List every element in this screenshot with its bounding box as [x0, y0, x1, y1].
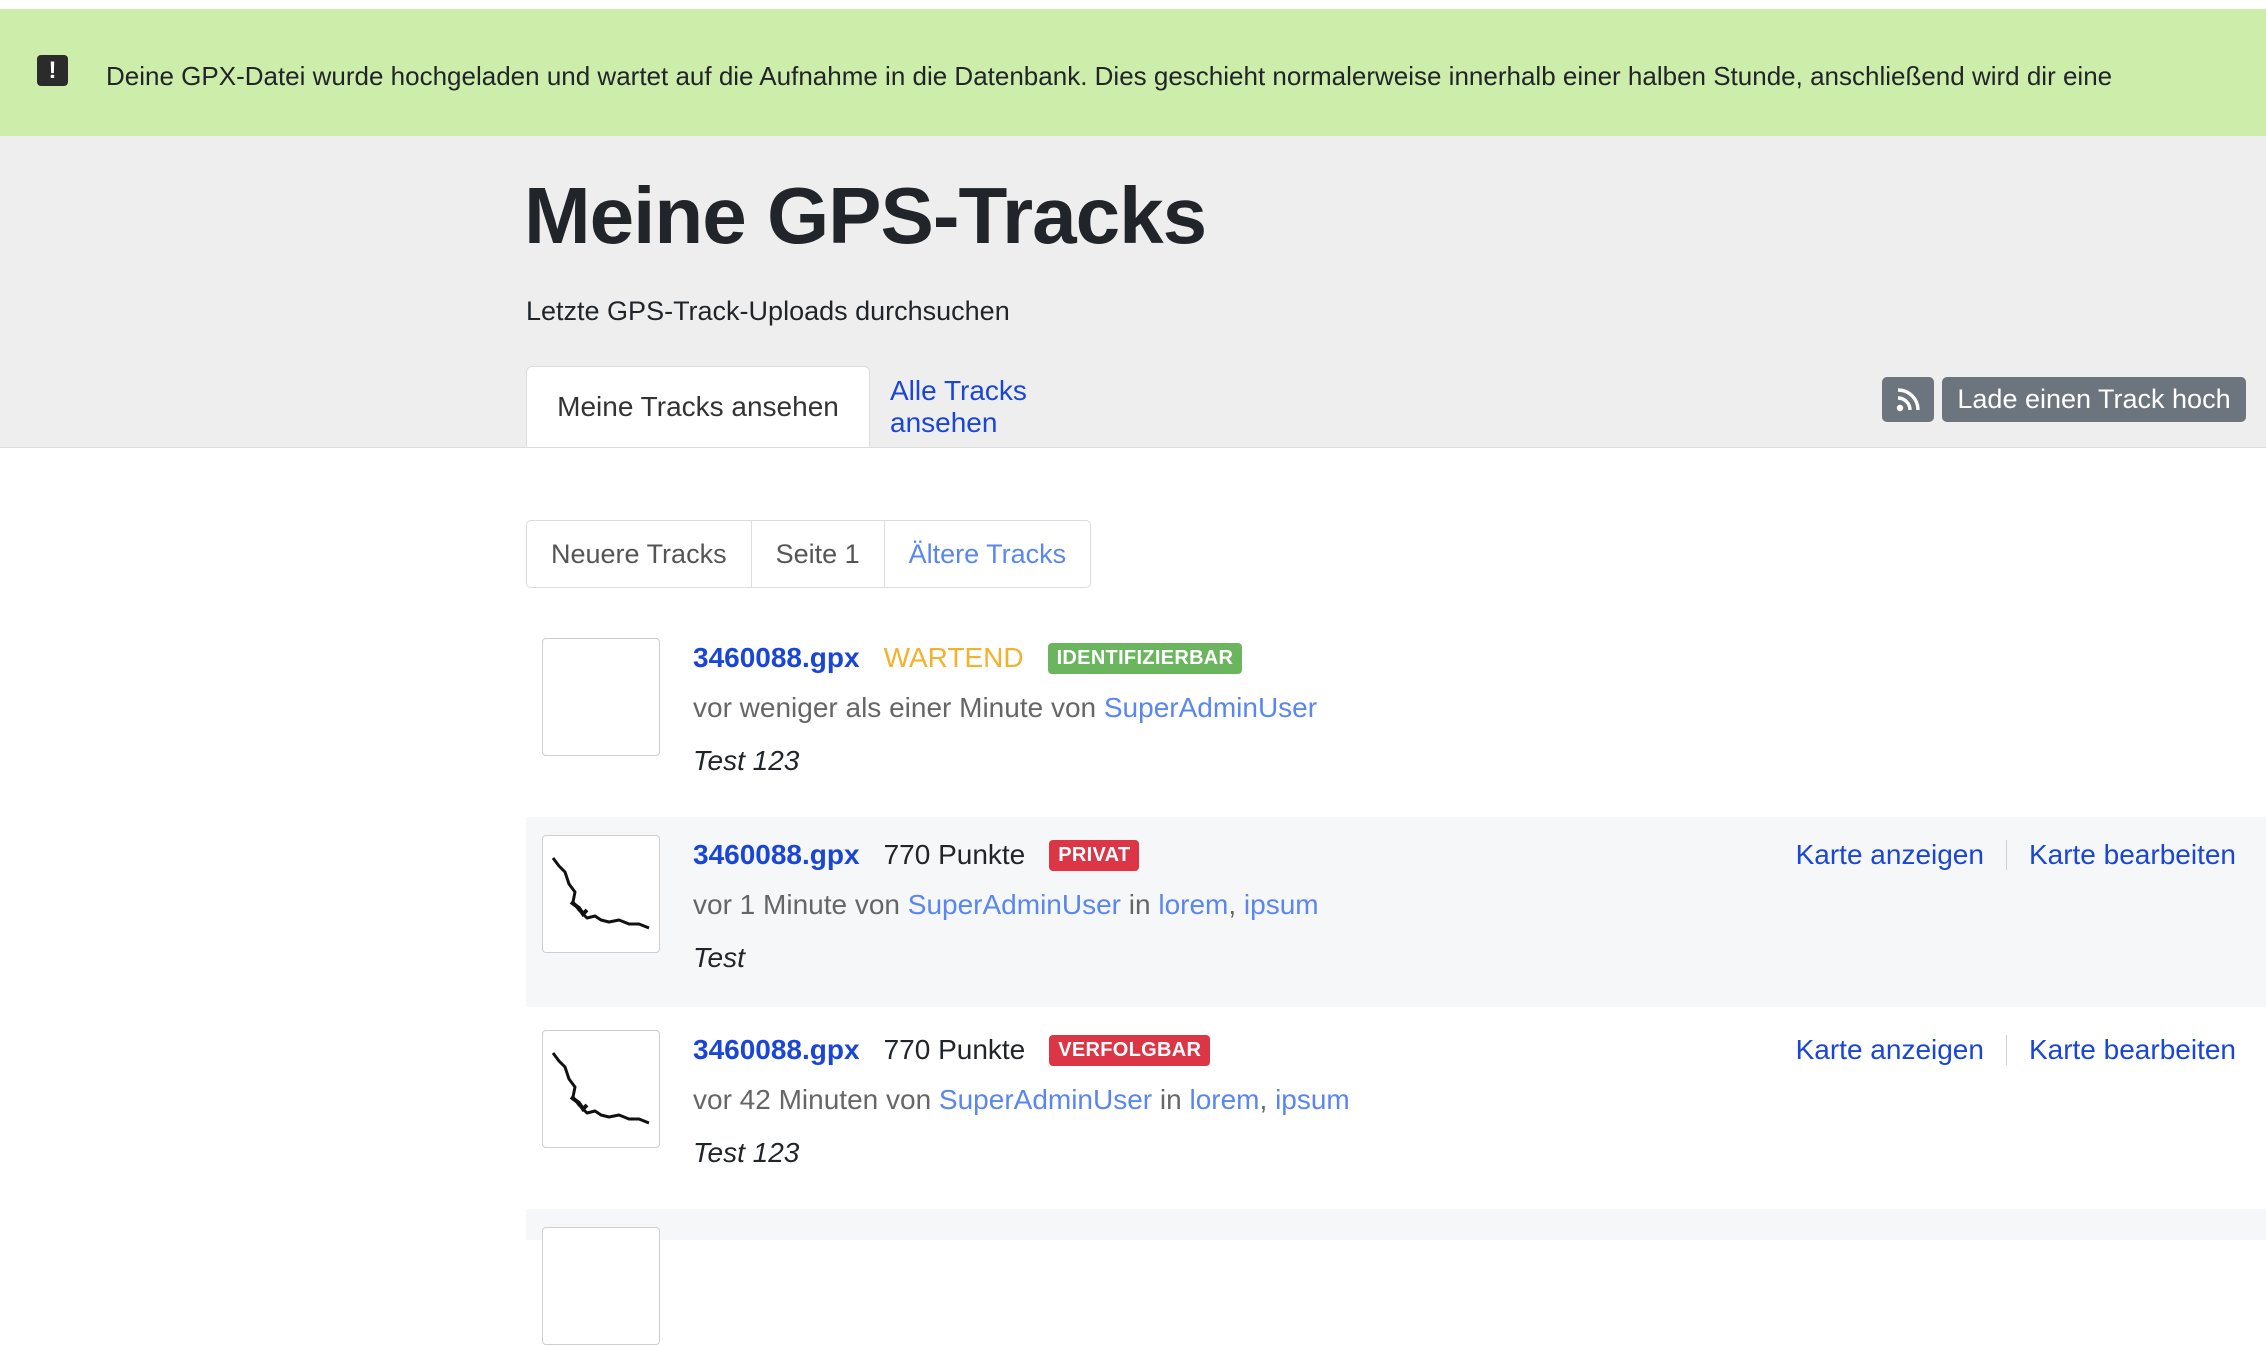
pagination: Neuere Tracks Seite 1 Ältere Tracks	[526, 520, 1092, 588]
upload-track-button[interactable]: Lade einen Track hoch	[1942, 377, 2246, 422]
tab-my-tracks[interactable]: Meine Tracks ansehen	[526, 366, 870, 447]
page-subtitle: Letzte GPS-Track-Uploads durchsuchen	[526, 296, 1010, 326]
tag-link[interactable]: lorem	[1189, 1084, 1259, 1115]
user-link[interactable]: SuperAdminUser	[939, 1084, 1152, 1115]
edit-map-link[interactable]: Karte bearbeiten	[2029, 839, 2236, 871]
visibility-badge: PRIVAT	[1049, 839, 1140, 871]
visibility-badge: IDENTIFIZIERBAR	[1047, 642, 1243, 674]
track-path-icon	[551, 857, 650, 930]
current-page: Seite 1	[752, 521, 885, 587]
track-points: 770 Punkte	[883, 1034, 1026, 1065]
track-points: 770 Punkte	[883, 839, 1026, 870]
track-time: vor 42 Minuten von	[693, 1084, 932, 1115]
track-path-icon	[551, 1052, 650, 1125]
tab-all-tracks[interactable]: Alle Tracks ansehen	[890, 366, 1140, 447]
track-time: vor weniger als einer Minute von	[693, 692, 1097, 723]
track-description: Test	[693, 942, 745, 973]
view-map-link[interactable]: Karte anzeigen	[1796, 839, 1984, 871]
track-status: WARTEND	[883, 642, 1024, 673]
tag-link[interactable]: ipsum	[1244, 889, 1319, 920]
track-description: Test 123	[693, 1137, 800, 1168]
track-row-partial	[526, 1209, 2266, 1345]
track-meta: vor weniger als einer Minute von SuperAd…	[693, 692, 1317, 724]
track-description: Test 123	[693, 745, 800, 776]
older-tracks-link[interactable]: Ältere Tracks	[885, 521, 1091, 587]
track-thumbnail[interactable]	[542, 1227, 660, 1345]
user-link[interactable]: SuperAdminUser	[908, 889, 1121, 920]
track-thumbnail[interactable]	[542, 638, 660, 756]
tag-separator: ,	[1259, 1084, 1268, 1115]
track-row: 3460088.gpx 770 Punkte PRIVAT vor 1 Minu…	[526, 817, 2266, 1007]
visibility-badge: VERFOLGBAR	[1049, 1034, 1211, 1066]
edit-map-link[interactable]: Karte bearbeiten	[2029, 1034, 2236, 1066]
action-divider	[2005, 1035, 2007, 1065]
track-thumbnail[interactable]	[542, 835, 660, 953]
track-filename-link[interactable]: 3460088.gpx	[693, 1034, 860, 1066]
action-divider	[2005, 840, 2007, 870]
top-gap	[0, 0, 2266, 9]
track-filename-link[interactable]: 3460088.gpx	[693, 642, 860, 674]
track-actions: Karte anzeigen Karte bearbeiten	[1796, 839, 2236, 871]
user-link[interactable]: SuperAdminUser	[1104, 692, 1317, 723]
rss-icon	[1896, 387, 1920, 411]
newer-tracks-link: Neuere Tracks	[527, 521, 752, 587]
track-meta: vor 42 Minuten von SuperAdminUser in lor…	[693, 1084, 1350, 1116]
rss-button[interactable]	[1882, 377, 1934, 422]
flash-message: Deine GPX-Datei wurde hochgeladen und wa…	[106, 61, 2113, 91]
track-actions: Karte anzeigen Karte bearbeiten	[1796, 1034, 2236, 1066]
track-meta: vor 1 Minute von SuperAdminUser in lorem…	[693, 889, 1319, 921]
tag-link[interactable]: lorem	[1158, 889, 1228, 920]
tag-separator: ,	[1228, 889, 1237, 920]
track-row: 3460088.gpx 770 Punkte VERFOLGBAR vor 42…	[526, 1012, 2266, 1202]
flash-notice: ! Deine GPX-Datei wurde hochgeladen und …	[0, 9, 2266, 136]
tag-link[interactable]: ipsum	[1275, 1084, 1350, 1115]
track-thumbnail[interactable]	[542, 1030, 660, 1148]
in-label: in	[1159, 1084, 1182, 1115]
in-label: in	[1128, 889, 1151, 920]
track-row: 3460088.gpx WARTEND IDENTIFIZIERBAR vor …	[526, 620, 2266, 810]
exclamation-icon: !	[37, 55, 68, 86]
track-time: vor 1 Minute von	[693, 889, 900, 920]
track-filename-link[interactable]: 3460088.gpx	[693, 839, 860, 871]
view-map-link[interactable]: Karte anzeigen	[1796, 1034, 1984, 1066]
page-title: Meine GPS-Tracks	[524, 171, 1207, 260]
